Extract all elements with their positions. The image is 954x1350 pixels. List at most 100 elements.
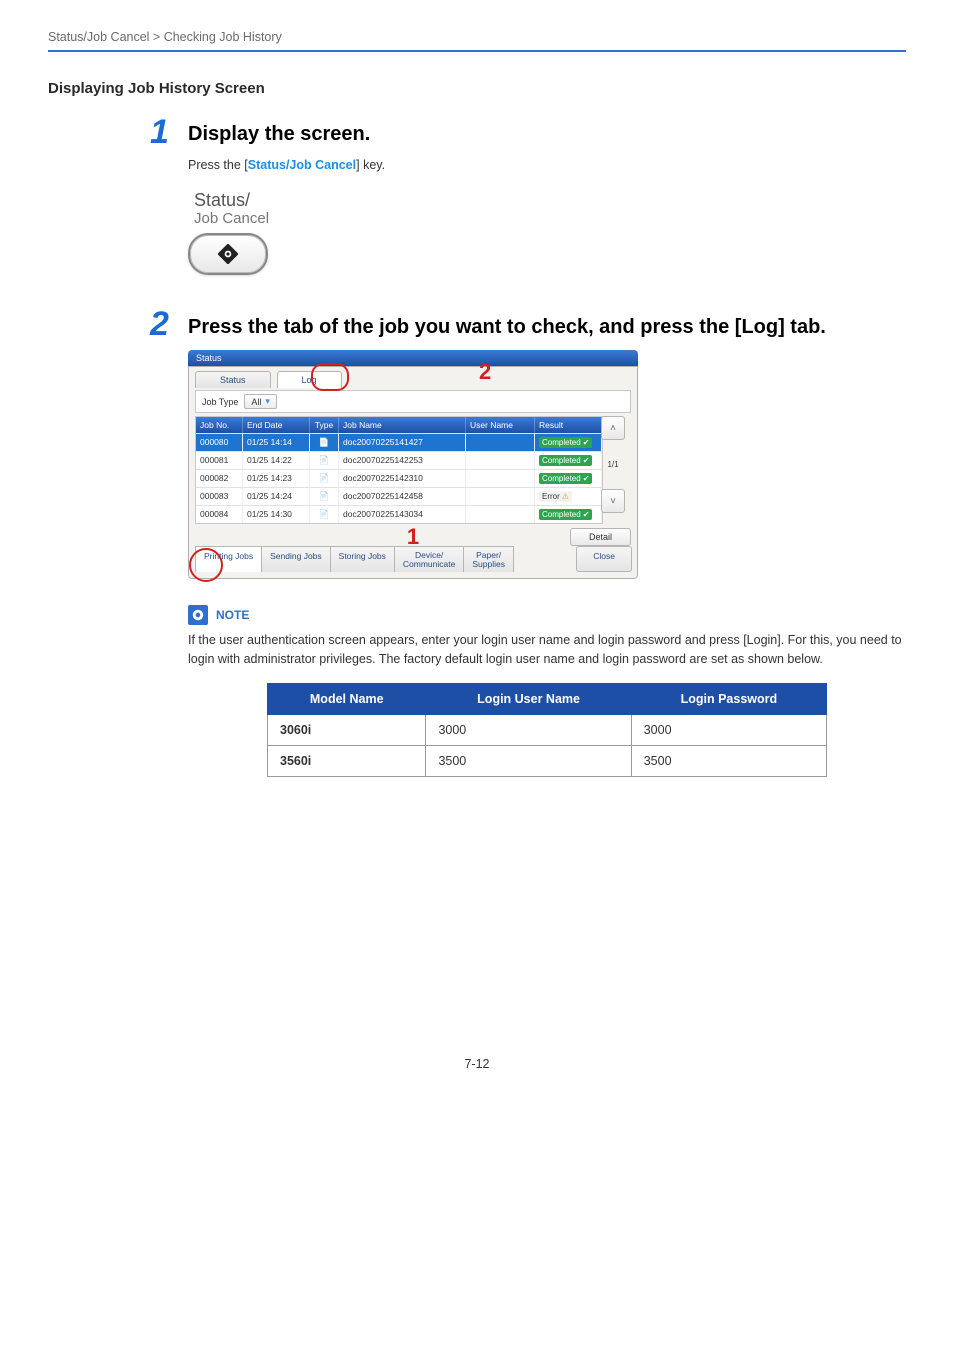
detail-button[interactable]: Detail: [570, 528, 631, 546]
panel-titlebar: Status: [188, 350, 638, 366]
note-label: NOTE: [216, 608, 249, 622]
tab-log[interactable]: Log: [277, 371, 342, 388]
cell-username: [466, 451, 535, 469]
col-head-type: Type: [310, 417, 339, 433]
key-graphic-label-top: Status/: [194, 190, 250, 210]
col-head-login-pass: Login Password: [631, 683, 826, 714]
cell-model: 3560i: [268, 745, 426, 776]
col-head-enddate: End Date: [243, 417, 310, 433]
callout-number-2: 2: [479, 361, 491, 383]
status-job-cancel-keyname: Status/Job Cancel: [248, 158, 356, 172]
page-count: 1/1: [607, 460, 618, 469]
step-2-title: Press the tab of the job you want to che…: [188, 315, 906, 340]
callout-number-1: 1: [407, 526, 419, 548]
status-job-cancel-key-graphic: Status/ Job Cancel: [188, 191, 308, 275]
tab-log-label: Log: [302, 375, 317, 385]
cell-username: [466, 505, 535, 523]
cell-jobname: doc20070225142253: [339, 451, 466, 469]
tab-device-communicate[interactable]: Device/ Communicate: [394, 546, 464, 572]
cell-enddate: 01/25 14:24: [243, 487, 310, 505]
jobtype-row: Job Type All ▾: [195, 390, 631, 413]
jobtype-select[interactable]: All ▾: [244, 394, 277, 409]
cell-login-pass: 3500: [631, 745, 826, 776]
page-number: 7-12: [48, 1057, 906, 1071]
note-heading: NOTE: [188, 605, 906, 625]
col-head-jobno: Job No.: [196, 417, 243, 433]
check-icon: ✔: [583, 456, 590, 465]
tab-paper-supplies[interactable]: Paper/ Supplies: [463, 546, 514, 572]
warning-icon: ⚠: [562, 492, 569, 501]
key-graphic-label: Status/ Job Cancel: [194, 191, 308, 227]
cell-jobno: 000084: [196, 505, 243, 523]
cell-username: [466, 487, 535, 505]
result-label: Completed: [542, 456, 581, 465]
tab-storing-jobs[interactable]: Storing Jobs: [330, 546, 395, 572]
cell-login-user: 3000: [426, 714, 631, 745]
result-label: Completed: [542, 474, 581, 483]
table-row: 3060i 3000 3000: [268, 714, 827, 745]
cell-result: Completed✔: [535, 433, 602, 451]
result-label: Completed: [542, 510, 581, 519]
cell-result: Completed✔: [535, 505, 602, 523]
chevron-down-icon: ▾: [265, 396, 270, 407]
cell-result: Completed✔: [535, 451, 602, 469]
tab-sending-jobs[interactable]: Sending Jobs: [261, 546, 331, 572]
cell-jobname: doc20070225142458: [339, 487, 466, 505]
key-graphic-label-bottom: Job Cancel: [194, 211, 308, 228]
cell-enddate: 01/25 14:30: [243, 505, 310, 523]
breadcrumb: Status/Job Cancel > Checking Job History: [48, 30, 906, 52]
jobtype-label: Job Type: [202, 397, 238, 407]
tab-printing-jobs[interactable]: Printing Jobs: [195, 546, 262, 572]
step-1-text: Press the [Status/Job Cancel] key.: [188, 156, 906, 175]
cell-jobno: 000082: [196, 469, 243, 487]
tab-status[interactable]: Status: [195, 371, 271, 388]
step-number-1: 1: [150, 113, 169, 152]
cell-jobno: 000080: [196, 433, 243, 451]
step-number-2: 2: [150, 305, 169, 344]
type-icon: 📄: [310, 505, 339, 523]
col-head-result: Result: [535, 417, 602, 433]
page-down-button[interactable]: ˅: [601, 489, 625, 513]
col-head-model: Model Name: [268, 683, 426, 714]
table-row[interactable]: 000081 01/25 14:22 📄 doc20070225142253 C…: [196, 451, 602, 469]
cell-jobname: doc20070225141427: [339, 433, 466, 451]
chevron-down-icon: ˅: [610, 496, 616, 507]
cell-jobname: doc20070225142310: [339, 469, 466, 487]
step-1-title: Display the screen.: [188, 123, 906, 146]
cell-username: [466, 433, 535, 451]
cell-model: 3060i: [268, 714, 426, 745]
cell-username: [466, 469, 535, 487]
type-icon: 📄: [310, 469, 339, 487]
table-row[interactable]: 000080 01/25 14:14 📄 doc20070225141427 C…: [196, 433, 602, 451]
cell-jobname: doc20070225143034: [339, 505, 466, 523]
table-row[interactable]: 000084 01/25 14:30 📄 doc20070225143034 C…: [196, 505, 602, 523]
jobtype-value: All: [251, 397, 261, 407]
note-body: If the user authentication screen appear…: [188, 631, 906, 669]
table-row[interactable]: 000083 01/25 14:24 📄 doc20070225142458 E…: [196, 487, 602, 505]
cell-result: Error ⚠: [535, 487, 602, 505]
credentials-table: Model Name Login User Name Login Passwor…: [267, 683, 827, 777]
close-button[interactable]: Close: [576, 546, 632, 572]
cell-jobno: 000081: [196, 451, 243, 469]
col-head-login-user: Login User Name: [426, 683, 631, 714]
check-icon: ✔: [583, 474, 590, 483]
result-label: Completed: [542, 438, 581, 447]
cell-jobno: 000083: [196, 487, 243, 505]
check-icon: ✔: [583, 510, 590, 519]
result-label: Error: [542, 492, 560, 501]
cell-enddate: 01/25 14:22: [243, 451, 310, 469]
cell-login-user: 3500: [426, 745, 631, 776]
status-job-cancel-button[interactable]: [188, 233, 268, 275]
type-icon: 📄: [310, 433, 339, 451]
chevron-up-icon: ˄: [610, 423, 616, 434]
page-up-button[interactable]: ˄: [601, 416, 625, 440]
cell-enddate: 01/25 14:23: [243, 469, 310, 487]
cell-result: Completed✔: [535, 469, 602, 487]
table-row[interactable]: 000082 01/25 14:23 📄 doc20070225142310 C…: [196, 469, 602, 487]
job-log-table: Job No. End Date Type Job Name User Name…: [195, 416, 603, 524]
col-head-jobname: Job Name: [339, 417, 466, 433]
note-icon: [188, 605, 208, 625]
step-1-text-after: ] key.: [356, 158, 385, 172]
type-icon: 📄: [310, 487, 339, 505]
check-icon: ✔: [583, 438, 590, 447]
